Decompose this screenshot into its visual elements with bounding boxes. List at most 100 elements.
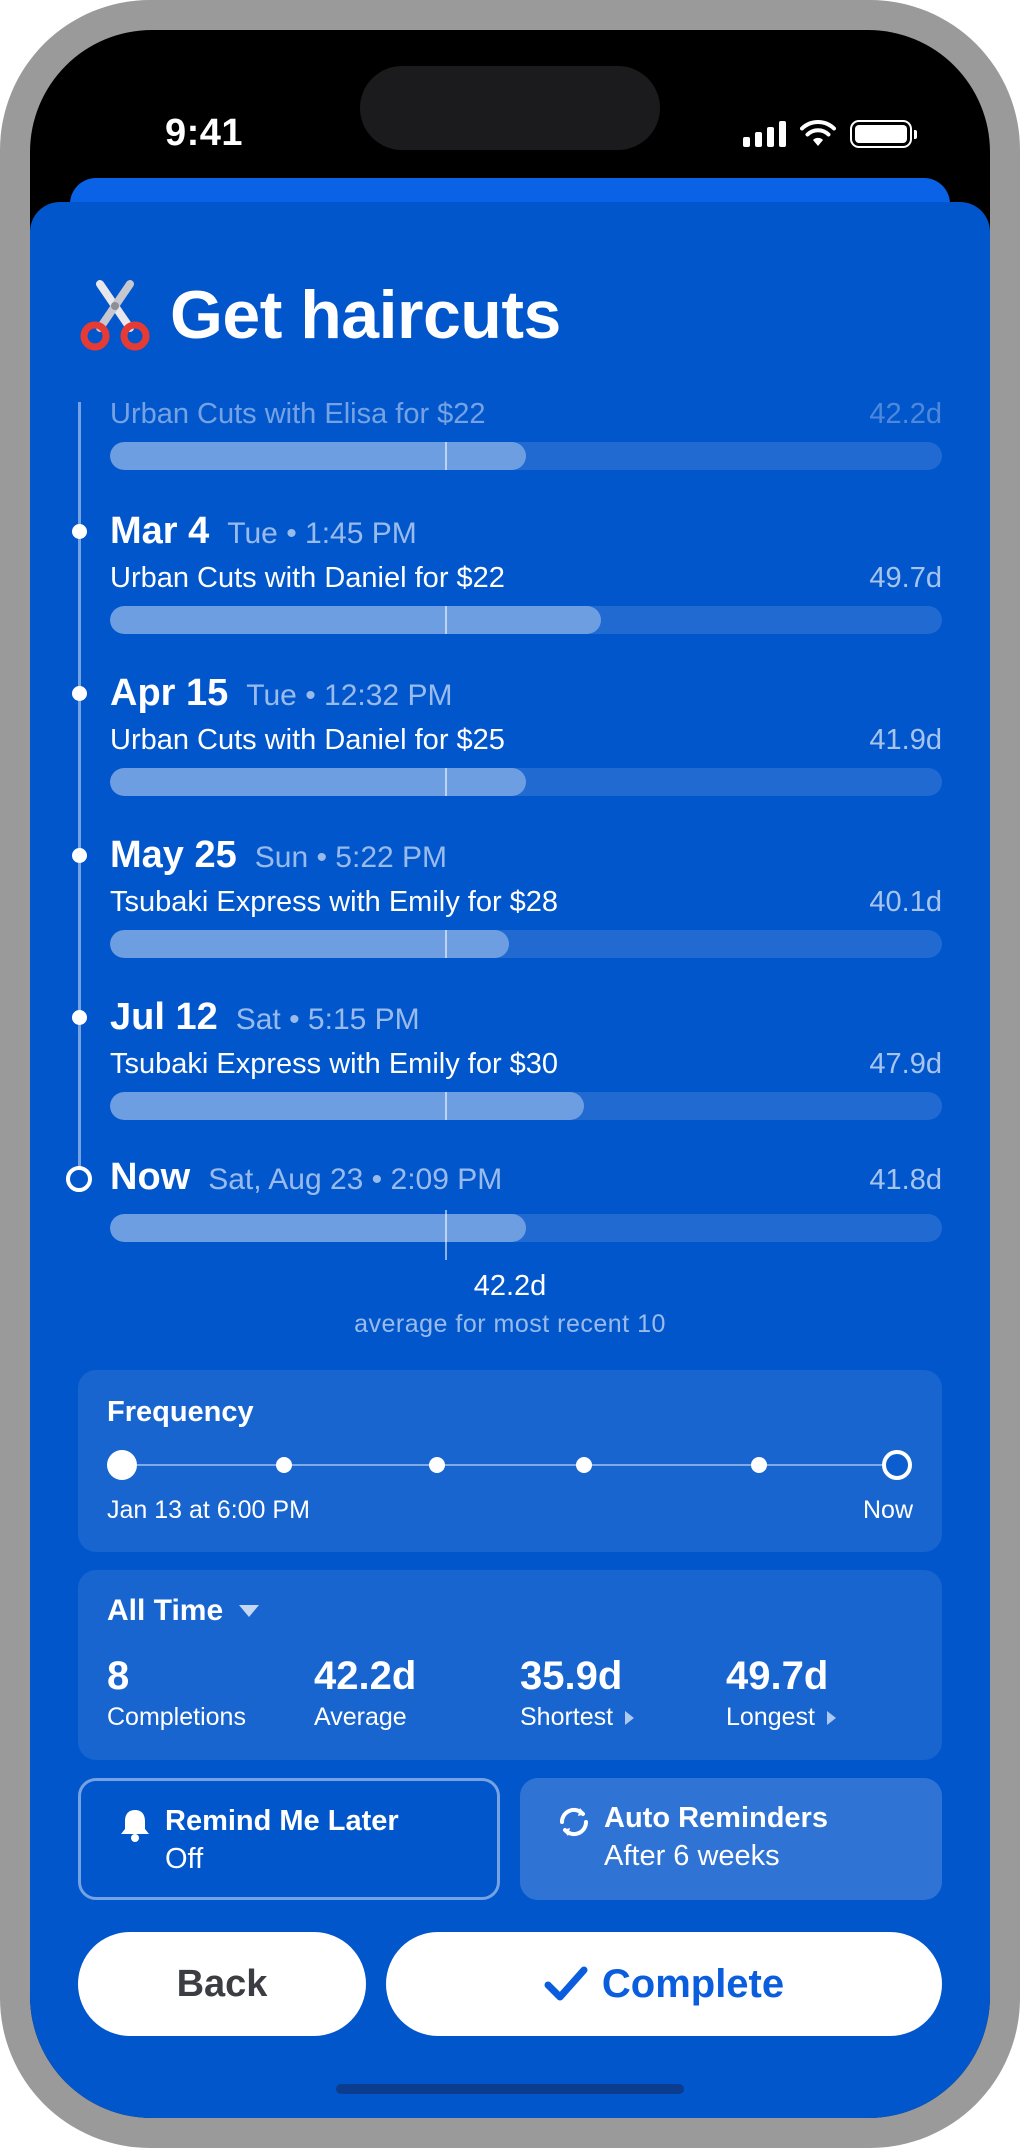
title-row: Get haircuts <box>78 276 561 354</box>
dynamic-island <box>360 66 660 150</box>
frequency-now-dot <box>882 1450 912 1480</box>
interval-bar-fill <box>110 768 526 796</box>
scissors-icon <box>80 280 150 351</box>
back-button-label: Back <box>176 1962 268 2005</box>
interval-bar <box>110 1092 942 1120</box>
frequency-start-dot <box>107 1450 137 1480</box>
chevron-down-icon <box>239 1605 260 1617</box>
frequency-card: Frequency Jan 13 at 6:00 PM Now <box>78 1370 942 1552</box>
checkmark-icon <box>544 1966 588 2001</box>
complete-button[interactable]: Complete <box>386 1932 942 2036</box>
stat-label: Longest <box>726 1703 836 1732</box>
battery-icon <box>850 120 917 148</box>
remind-title: Remind Me Later <box>165 1805 399 1837</box>
timeline-line <box>78 402 81 1174</box>
interval-bar-fill <box>110 930 510 958</box>
cellular-signal-icon <box>743 121 786 147</box>
stat-longest[interactable]: 49.7d Longest <box>726 1654 836 1732</box>
entry-interval: 49.7d <box>869 562 942 594</box>
period-label: All Time <box>107 1594 224 1627</box>
frequency-line <box>122 1464 902 1466</box>
entry-date: Now Sat, Aug 23 • 2:09 PM <box>110 1156 503 1198</box>
interval-bar-fill <box>110 1092 585 1120</box>
stat-completions: 8 Completions <box>107 1654 246 1732</box>
stat-label: Shortest <box>520 1703 635 1732</box>
period-dropdown[interactable]: All Time <box>107 1594 260 1628</box>
frequency-dot <box>576 1457 592 1473</box>
phone-screen: 9:41 Get haircuts Urban Cuts with Elisa … <box>30 30 990 2118</box>
stat-average: 42.2d Average <box>314 1654 416 1732</box>
remind-me-later-button[interactable]: Remind Me Later Off <box>78 1778 500 1900</box>
chevron-right-icon <box>625 1710 635 1725</box>
timeline-dot <box>72 524 87 539</box>
frequency-dot <box>429 1457 445 1473</box>
entry-description: Urban Cuts with Daniel for $22 <box>110 562 505 594</box>
task-detail-sheet: Get haircuts Urban Cuts with Elisa for $… <box>30 202 990 2118</box>
average-marker <box>445 768 447 796</box>
average-value: 42.2d <box>473 1270 547 1302</box>
entry-interval: 42.2d <box>869 398 942 430</box>
wifi-icon <box>800 120 836 146</box>
timeline-dot <box>72 1010 87 1025</box>
refresh-icon <box>559 1807 589 1837</box>
auto-reminders-button[interactable]: Auto Reminders After 6 weeks <box>520 1778 942 1900</box>
entry-meta: Sat • 5:15 PM <box>235 1003 420 1036</box>
auto-title: Auto Reminders <box>604 1802 828 1834</box>
home-indicator[interactable] <box>336 2084 684 2094</box>
phone-frame: 9:41 Get haircuts Urban Cuts with Elisa … <box>0 0 1020 2148</box>
auto-value: After 6 weeks <box>604 1840 780 1872</box>
bell-icon <box>121 1810 149 1842</box>
stat-value: 35.9d <box>520 1654 623 1698</box>
remind-value: Off <box>165 1843 204 1875</box>
stat-value: 42.2d <box>314 1654 417 1698</box>
stats-card: All Time 8 Completions 42.2d Average 35.… <box>78 1570 942 1760</box>
entry-date: Jul 12 Sat • 5:15 PM <box>110 996 420 1038</box>
entry-meta: Sun • 5:22 PM <box>254 841 448 874</box>
interval-bar-fill <box>110 606 601 634</box>
entry-description: Tsubaki Express with Emily for $30 <box>110 1048 559 1080</box>
timeline-dot <box>72 848 87 863</box>
frequency-end-label: Now <box>862 1496 913 1524</box>
status-icons <box>743 120 917 148</box>
interval-bar <box>110 606 942 634</box>
interval-bar <box>110 1214 942 1242</box>
frequency-title: Frequency <box>107 1396 254 1428</box>
average-marker <box>445 1210 447 1260</box>
interval-bar-fill <box>110 442 526 470</box>
stat-value: 49.7d <box>726 1654 829 1698</box>
frequency-dot <box>276 1457 292 1473</box>
entry-description: Urban Cuts with Daniel for $25 <box>110 724 505 756</box>
timeline-dot <box>72 686 87 701</box>
entry-description: Tsubaki Express with Emily for $28 <box>110 886 559 918</box>
entry-interval: 40.1d <box>869 886 942 918</box>
entry-interval: 41.9d <box>869 724 942 756</box>
entry-date: Mar 4 Tue • 1:45 PM <box>110 510 417 552</box>
average-marker <box>445 606 447 634</box>
timeline-now-dot <box>66 1166 92 1192</box>
back-button[interactable]: Back <box>78 1932 366 2036</box>
entry-date: Apr 15 Tue • 12:32 PM <box>110 672 453 714</box>
entry-interval: 41.8d <box>869 1164 942 1196</box>
entry-description: Urban Cuts with Elisa for $22 <box>110 398 486 430</box>
entry-meta: Tue • 12:32 PM <box>246 679 453 712</box>
chevron-right-icon <box>826 1710 836 1725</box>
average-marker <box>445 930 447 958</box>
stat-label: Average <box>314 1703 407 1731</box>
page-title: Get haircuts <box>170 277 561 353</box>
entry-meta: Tue • 1:45 PM <box>227 517 417 550</box>
average-marker <box>445 1092 447 1120</box>
complete-button-label: Complete <box>601 1961 785 2006</box>
entry-date: May 25 Sun • 5:22 PM <box>110 834 448 876</box>
stat-shortest[interactable]: 35.9d Shortest <box>520 1654 635 1732</box>
stat-label: Completions <box>107 1703 246 1731</box>
frequency-start-label: Jan 13 at 6:00 PM <box>107 1496 310 1524</box>
status-time: 9:41 <box>165 112 244 154</box>
entry-meta: Sat, Aug 23 • 2:09 PM <box>208 1163 503 1196</box>
average-label: average for most recent 10 <box>354 1310 666 1338</box>
interval-bar <box>110 442 942 470</box>
entry-interval: 47.9d <box>869 1048 942 1080</box>
average-marker <box>445 442 447 470</box>
interval-bar <box>110 930 942 958</box>
interval-bar <box>110 768 942 796</box>
frequency-dot <box>751 1457 767 1473</box>
